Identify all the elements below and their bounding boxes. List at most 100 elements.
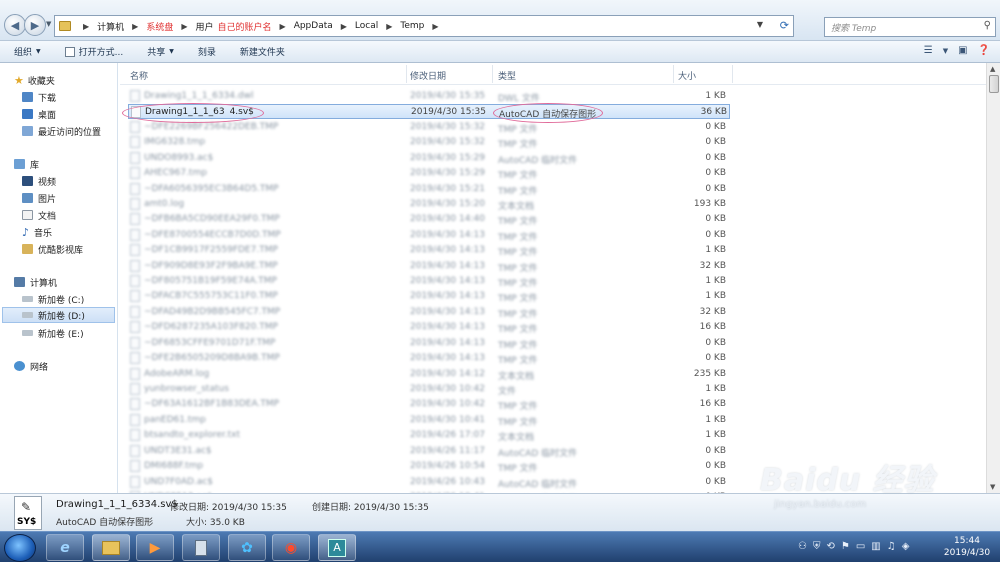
file-row[interactable]: DMI688F.tmp 2019/4/26 10:54 TMP 文件 0 KB	[128, 459, 730, 474]
start-button[interactable]	[4, 534, 36, 562]
column-divider[interactable]	[492, 65, 493, 83]
refresh-icon[interactable]: ⟳	[780, 19, 789, 32]
file-row[interactable]: amt0.log 2019/4/30 15:20 文本文档 193 KB	[128, 197, 730, 212]
organize-button[interactable]: 组织 ▼	[14, 45, 41, 58]
file-row[interactable]: ~DFE2B6505209D8BA9B.TMP 2019/4/30 14:13 TM…	[128, 351, 730, 366]
crumb-system-drive[interactable]: 系统盘	[146, 20, 173, 33]
scroll-up-icon[interactable]: ▲	[990, 65, 995, 73]
view-dropdown-icon[interactable]: ▼	[943, 45, 948, 56]
view-mode-icon[interactable]: ☰	[924, 45, 933, 56]
address-dropdown-icon[interactable]: ▼	[757, 20, 763, 29]
nav-videos[interactable]: 视频	[22, 173, 56, 189]
search-icon[interactable]: ⚲	[984, 20, 991, 31]
update-icon[interactable]: ⟲	[826, 541, 834, 552]
nav-music[interactable]: ♪ 音乐	[22, 224, 52, 240]
taskbar-explorer[interactable]	[92, 534, 130, 561]
file-row[interactable]: UNDT3E31.ac$ 2019/4/26 11:17 AutoCAD 临时文件 0…	[128, 444, 730, 459]
open-with-button[interactable]: 打开方式...	[64, 45, 123, 58]
nav-drive-d[interactable]: 新加卷 (D:)	[2, 307, 115, 323]
column-divider[interactable]	[732, 65, 733, 83]
monitor-icon[interactable]: ▭	[856, 541, 865, 552]
burn-button[interactable]: 刻录	[198, 45, 216, 58]
file-row[interactable]: Drawing1_1_1_6334.dwl 2019/4/30 15:35 DWL …	[128, 89, 730, 104]
crumb-account[interactable]: 自己的账户名	[218, 20, 272, 33]
scroll-thumb[interactable]	[989, 75, 999, 93]
flag-icon[interactable]: ⚑	[841, 541, 850, 552]
file-row[interactable]: ~DF63A1612BF1B83DEA.TMP 2019/4/30 10:42 TM…	[128, 397, 730, 412]
taskbar-calculator[interactable]	[182, 534, 220, 561]
file-row[interactable]: ~DFB6BA5CD90EEA29F0.TMP 2019/4/30 14:40 TM…	[128, 212, 730, 227]
file-row[interactable]: ~DFE8700554ECCB7D0D.TMP 2019/4/30 14:13 TM…	[128, 228, 730, 243]
address-box[interactable]: ▶ 计算机 ▶ 系统盘 ▶ 用户 自己的账户名 ▶ AppData ▶ Loca…	[54, 15, 794, 37]
taskbar-app[interactable]: ✿	[228, 534, 266, 561]
back-button[interactable]: ◀	[4, 14, 26, 36]
help-icon[interactable]: ❓	[978, 45, 990, 56]
file-row[interactable]: ~DF909D8E93F2F9BA9E.TMP 2019/4/30 14:13 TM…	[128, 259, 730, 274]
share-button[interactable]: 共享 ▼	[147, 45, 174, 58]
taskbar-autocad[interactable]: A	[318, 534, 356, 561]
file-row[interactable]: ~DF805751B19F59E74A.TMP 2019/4/30 14:13 TM…	[128, 274, 730, 289]
file-row[interactable]: IMG6328.tmp 2019/4/30 15:32 TMP 文件 0 KB	[128, 135, 730, 150]
column-type[interactable]: 类型	[498, 69, 516, 82]
crumb-computer[interactable]: 计算机	[97, 20, 124, 33]
nav-computer[interactable]: 计算机	[14, 274, 57, 290]
nav-youku[interactable]: 优酷影视库	[22, 241, 83, 257]
column-modified[interactable]: 修改日期	[410, 69, 446, 82]
new-folder-button[interactable]: 新建文件夹	[240, 45, 285, 58]
file-row[interactable]: btsandto_explorer.txt 2019/4/26 17:07 文本文档…	[128, 428, 730, 443]
nav-drive-c[interactable]: 新加卷 (C:)	[22, 291, 84, 307]
taskbar-ie[interactable]: e	[46, 534, 84, 561]
nav-libraries[interactable]: 库	[14, 156, 39, 172]
forward-button[interactable]: ▶	[24, 14, 46, 36]
file-date: 2019/4/30 14:40	[410, 214, 485, 225]
taskbar-media[interactable]: ▶	[136, 534, 174, 561]
file-row[interactable]: ~DFACB7C555753C11F0.TMP 2019/4/30 14:13 TM…	[128, 289, 730, 304]
nav-recent[interactable]: 最近访问的位置	[22, 123, 101, 139]
scroll-down-icon[interactable]: ▼	[990, 483, 995, 491]
breadcrumb-separator: ▶	[132, 21, 139, 31]
crumb-local[interactable]: Local	[355, 21, 378, 31]
vertical-scrollbar[interactable]: ▲ ▼	[986, 63, 1000, 493]
crumb-users[interactable]: 用户	[196, 20, 214, 33]
column-name[interactable]: 名称	[130, 69, 148, 82]
file-name: ~DFACB7C555753C11F0.TMP	[144, 291, 278, 302]
network-tray-icon[interactable]: ▥	[871, 541, 880, 552]
tray-app-icon[interactable]: ◈	[902, 541, 910, 552]
file-row[interactable]: UND7F0AD.ac$ 2019/4/26 10:43 AutoCAD 临时文件 0…	[128, 475, 730, 490]
file-size: 0 KB	[705, 214, 726, 225]
clock[interactable]: 15:44 2019/4/30	[934, 535, 1000, 559]
file-type: DWL 文件	[498, 94, 540, 104]
file-row[interactable]: ~DF6853CFFE9701D71F.TMP 2019/4/30 14:13 TM…	[128, 336, 730, 351]
search-input[interactable]: 搜索 Temp ⚲	[824, 17, 996, 37]
file-row[interactable]: panED61.tmp 2019/4/30 10:41 TMP 文件 1 KB	[128, 413, 730, 428]
nav-pictures[interactable]: 图片	[22, 190, 56, 206]
file-date: 2019/4/30 14:13	[410, 260, 485, 271]
file-row[interactable]: ~DFA6056395EC3B64D5.TMP 2019/4/30 15:21 TM…	[128, 182, 730, 197]
file-row[interactable]: AdobeARM.log 2019/4/30 14:12 文本文档 235 KB	[128, 367, 730, 382]
file-row[interactable]: UNDO8993.ac$ 2019/4/30 15:29 AutoCAD 临时文件 0…	[128, 151, 730, 166]
shield-icon[interactable]: ⛨	[813, 541, 821, 552]
file-row[interactable]: yunbrowser_status 2019/4/30 10:42 文件 1 KB	[128, 382, 730, 397]
file-row[interactable]: ~DFD6287235A103F820.TMP 2019/4/30 14:13 TM…	[128, 320, 730, 335]
nav-desktop[interactable]: 桌面	[22, 106, 56, 122]
preview-pane-icon[interactable]: ▣	[958, 45, 967, 56]
file-row[interactable]: AHEC967.tmp 2019/4/30 15:29 TMP 文件 0 KB	[128, 166, 730, 181]
crumb-appdata[interactable]: AppData	[294, 21, 333, 31]
crumb-temp[interactable]: Temp	[400, 21, 424, 31]
people-icon[interactable]: ⚇	[798, 541, 807, 552]
taskbar-player[interactable]: ◉	[272, 534, 310, 561]
file-row[interactable]: ~DFAD49B2D9BB545FC7.TMP 2019/4/30 14:13 TM…	[128, 305, 730, 320]
nav-network[interactable]: 网络	[14, 358, 48, 374]
youku-library-icon	[22, 244, 33, 254]
ie-icon: e	[60, 539, 70, 556]
nav-downloads[interactable]: 下载	[22, 89, 56, 105]
volume-icon[interactable]: ♫	[887, 541, 896, 552]
column-divider[interactable]	[673, 65, 674, 83]
column-divider[interactable]	[406, 65, 407, 83]
column-size[interactable]: 大小	[678, 69, 696, 82]
file-row[interactable]: ~DF1CB9917F2559FDE7.TMP 2019/4/30 14:13 TM…	[128, 243, 730, 258]
history-dropdown-icon[interactable]: ▼	[46, 20, 54, 28]
nav-drive-e[interactable]: 新加卷 (E:)	[22, 325, 84, 341]
nav-documents[interactable]: 文档	[22, 207, 56, 223]
nav-favorites[interactable]: ★ 收藏夹	[14, 72, 55, 88]
